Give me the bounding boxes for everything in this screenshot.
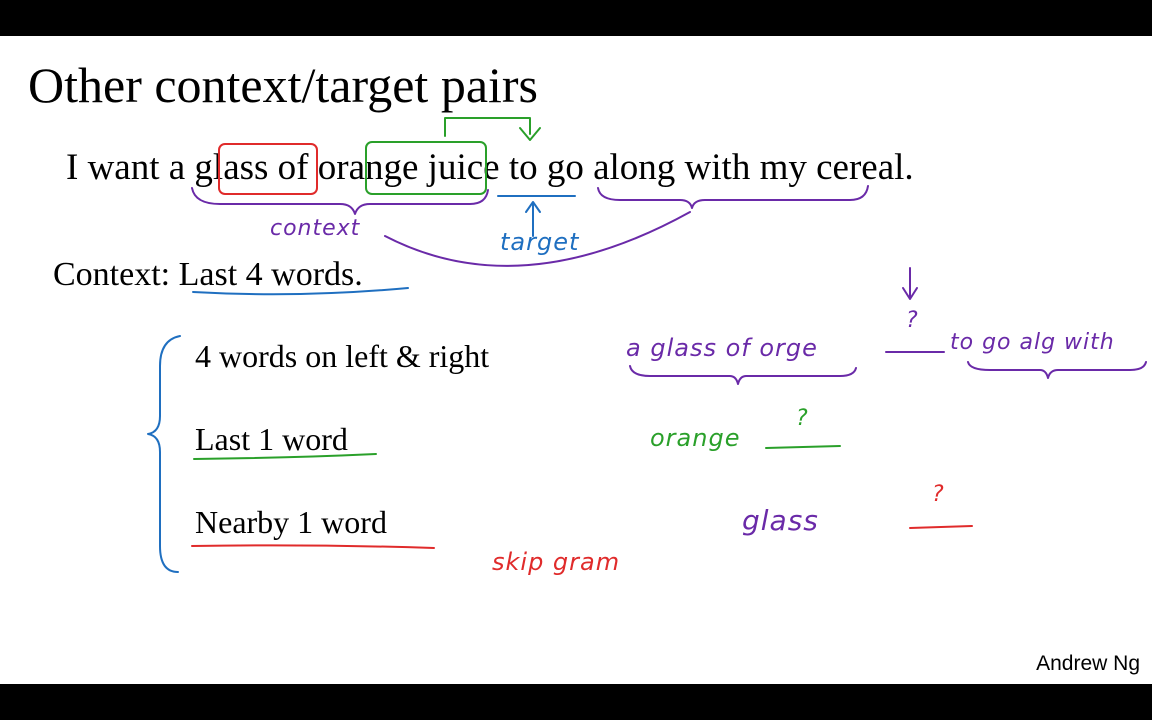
orange-box — [365, 141, 487, 195]
nearby-1-word-underline — [191, 544, 435, 549]
green-arrow — [444, 117, 531, 137]
right-context-brace-2 — [967, 361, 1147, 379]
glass-box — [218, 143, 318, 195]
right-context-brace — [597, 185, 869, 209]
last-1-word-underline — [193, 453, 377, 460]
blank-line-2 — [765, 445, 841, 449]
left-context-brace — [191, 187, 489, 215]
last-4-words-underline — [192, 287, 409, 296]
options-brace — [147, 335, 181, 573]
author-credit: Andrew Ng — [1036, 652, 1140, 675]
blank-line-3 — [909, 525, 973, 529]
context-link-curve — [384, 211, 691, 267]
slide: Other context/target pairs I want a glas… — [0, 36, 1152, 684]
ink-strokes — [147, 117, 1147, 573]
left-context-brace-2 — [629, 365, 857, 385]
